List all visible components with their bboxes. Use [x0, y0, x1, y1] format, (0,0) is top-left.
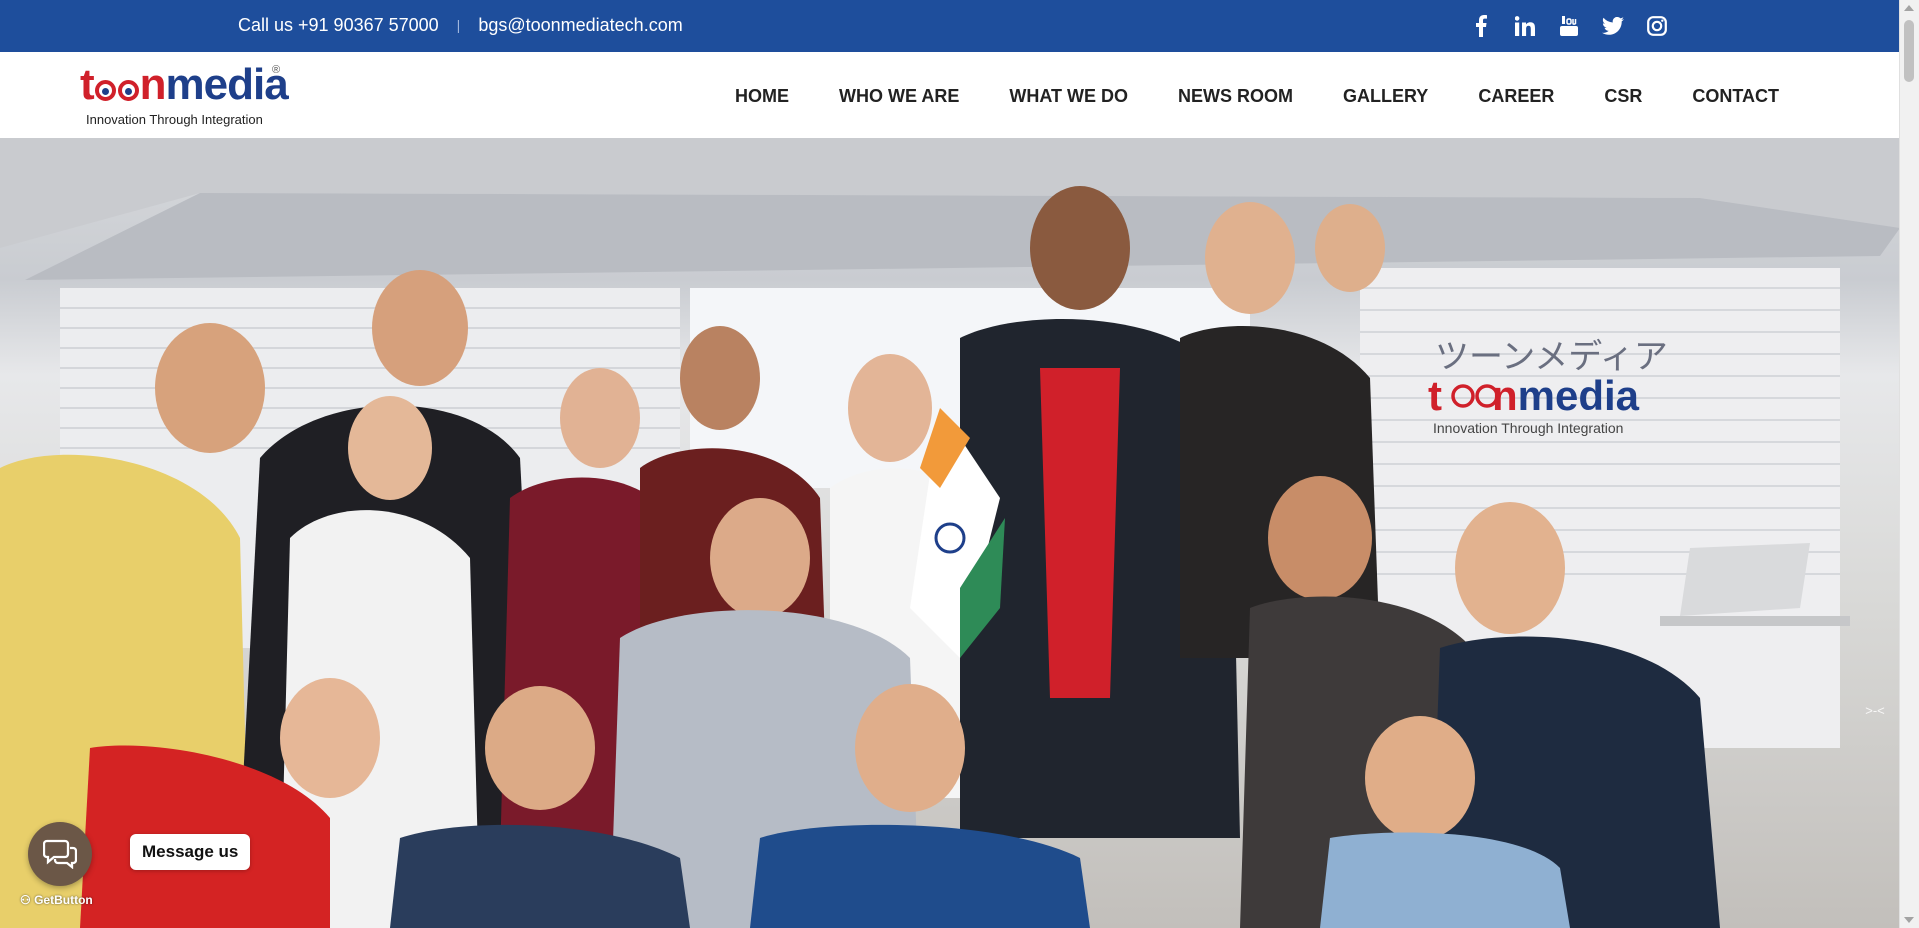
- collapse-icon[interactable]: >-<: [1862, 700, 1888, 722]
- nav-career[interactable]: CAREER: [1478, 78, 1554, 114]
- contact-info: Call us +91 90367 57000 | bgs@toonmediat…: [238, 14, 683, 36]
- nav-gallery[interactable]: GALLERY: [1343, 78, 1428, 114]
- nav-what-we-do[interactable]: WHAT WE DO: [1009, 78, 1128, 114]
- main-navbar: t nmedia ® Innovation Through Integration…: [0, 52, 1900, 139]
- email-link[interactable]: bgs@toonmediatech.com: [478, 14, 682, 36]
- top-contact-bar: Call us +91 90367 57000 | bgs@toonmediat…: [0, 0, 1900, 52]
- youtube-icon[interactable]: [1556, 12, 1582, 40]
- nav-contact[interactable]: CONTACT: [1692, 78, 1779, 114]
- chat-bubbles-icon: [43, 839, 77, 869]
- nav-csr[interactable]: CSR: [1604, 78, 1642, 114]
- nav-home[interactable]: HOME: [735, 78, 789, 114]
- contact-separator: |: [456, 17, 461, 33]
- logo-tagline: Innovation Through Integration: [86, 112, 263, 127]
- chat-launcher-button[interactable]: [28, 822, 92, 886]
- scroll-up-arrow-icon[interactable]: [1904, 5, 1914, 11]
- nav-news-room[interactable]: NEWS ROOM: [1178, 78, 1293, 114]
- nav-who-we-are[interactable]: WHO WE ARE: [839, 78, 959, 114]
- registered-mark: ®: [272, 64, 281, 76]
- instagram-icon[interactable]: [1644, 12, 1670, 40]
- phone-link[interactable]: Call us +91 90367 57000: [238, 14, 439, 36]
- wall-sign-media: media: [1518, 372, 1640, 419]
- logo-letter-t: t: [80, 60, 95, 109]
- wall-sign-japanese: ツーンメディア: [1435, 337, 1668, 377]
- wall-sign-letter-t: t: [1428, 372, 1442, 419]
- getbutton-text: GetButton: [34, 893, 93, 907]
- getbutton-credit[interactable]: ⚇ GetButton: [20, 893, 93, 907]
- message-us-label[interactable]: Message us: [130, 834, 251, 870]
- linkedin-icon[interactable]: [1512, 12, 1538, 40]
- social-links: [1468, 12, 1670, 40]
- logo-letter-n: n: [139, 60, 167, 109]
- toonmedia-logo[interactable]: t nmedia ® Innovation Through Integration: [80, 62, 290, 132]
- group-photo-illustration: ツーンメディア t nmedia Innovation Through Integ…: [0, 138, 1900, 928]
- logo-wordmark: t nmedia: [80, 62, 290, 108]
- logo-eye-icon: [94, 80, 116, 101]
- logo-media-text: media: [165, 60, 289, 109]
- twitter-icon[interactable]: [1600, 12, 1626, 40]
- facebook-icon[interactable]: [1468, 12, 1494, 40]
- wall-sign-tagline: Innovation Through Integration: [1433, 420, 1623, 436]
- page-scrollbar[interactable]: [1899, 0, 1919, 928]
- hero-group-photo: ツーンメディア t nmedia Innovation Through Integ…: [0, 138, 1900, 928]
- scroll-down-arrow-icon[interactable]: [1904, 917, 1914, 923]
- scrollbar-thumb[interactable]: [1904, 20, 1914, 82]
- logo-eye-icon: [117, 80, 139, 101]
- main-menu: HOME WHO WE ARE WHAT WE DO NEWS ROOM GAL…: [735, 78, 1779, 114]
